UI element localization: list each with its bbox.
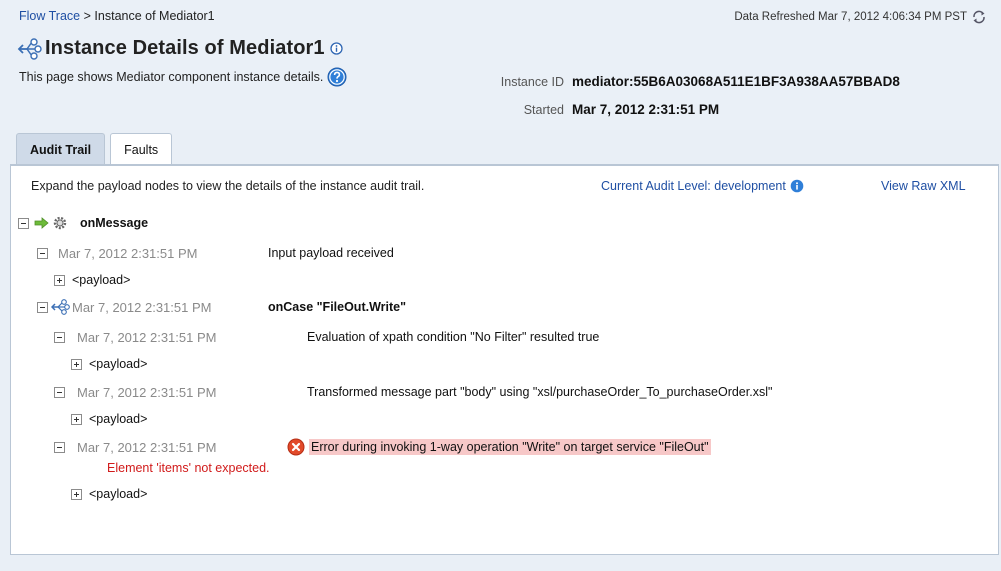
error-detail-row: Element 'items' not expected. [107,458,270,478]
page-header: Flow Trace > Instance of Mediator1 Data … [0,0,1001,130]
tab-bar: Audit Trail Faults [16,133,177,165]
event-timestamp: Mar 7, 2012 2:31:51 PM [77,439,217,455]
data-refreshed-text: Data Refreshed Mar 7, 2012 4:06:34 PM PS… [734,11,967,23]
page-description-row: This page shows Mediator component insta… [19,67,347,87]
instance-meta: Instance ID mediator:55B6A03068A511E1BF3… [440,74,1000,130]
tree-row-error: Mar 7, 2012 2:31:51 PM Error during invo… [54,437,711,457]
payload-node[interactable]: <payload> [89,412,147,426]
breadcrumb: Flow Trace > Instance of Mediator1 [19,9,215,23]
error-icon [287,438,305,456]
tab-audit-trail[interactable]: Audit Trail [16,133,106,165]
instance-id-value: mediator:55B6A03068A511E1BF3A938AA57BBAD… [572,74,900,89]
started-row: Started Mar 7, 2012 2:31:51 PM [440,102,1000,130]
collapse-toggle[interactable] [37,301,48,313]
payload-row: <payload> [71,354,147,374]
collapse-toggle[interactable] [54,331,65,343]
payload-node[interactable]: <payload> [89,357,147,371]
collapse-toggle[interactable] [54,386,65,398]
page-footer-strip [0,555,1001,571]
expand-toggle[interactable] [71,358,82,370]
payload-row: <payload> [71,409,147,429]
instance-id-row: Instance ID mediator:55B6A03068A511E1BF3… [440,74,1000,102]
tree-row: Mar 7, 2012 2:31:51 PM Evaluation of xpa… [54,327,599,347]
audit-toolbar: Expand the payload nodes to view the det… [31,179,991,197]
refresh-icon[interactable] [971,9,987,25]
mediator-icon [17,37,42,60]
title-row: Instance Details of Mediator1 [17,37,343,60]
payload-row: <payload> [54,270,130,290]
audit-level-text[interactable]: Current Audit Level: development [601,179,786,193]
event-timestamp: Mar 7, 2012 2:31:51 PM [58,245,198,261]
collapse-toggle[interactable] [18,217,29,229]
payload-row: <payload> [71,484,147,504]
mediator-icon [51,299,70,315]
event-message: Input payload received [268,246,394,260]
view-raw-xml-link[interactable]: View Raw XML [881,179,966,193]
arrow-right-icon [34,217,49,229]
data-refreshed-status: Data Refreshed Mar 7, 2012 4:06:34 PM PS… [734,9,987,25]
expand-toggle[interactable] [54,274,65,286]
event-message: Evaluation of xpath condition "No Filter… [307,330,600,344]
expand-toggle[interactable] [71,413,82,425]
help-icon[interactable] [327,67,347,87]
payload-node[interactable]: <payload> [89,487,147,501]
audit-level-link[interactable]: Current Audit Level: development [601,179,804,193]
started-value: Mar 7, 2012 2:31:51 PM [572,102,720,117]
breadcrumb-separator: > [83,9,91,23]
event-message: onCase "FileOut.Write" [268,300,407,314]
audit-instructions: Expand the payload nodes to view the det… [31,179,425,193]
collapse-toggle[interactable] [54,441,65,453]
tree-row: Mar 7, 2012 2:31:51 PM Transformed messa… [54,382,772,402]
tree-row: Mar 7, 2012 2:31:51 PM Input payload rec… [37,243,394,263]
tree-root-label: onMessage [80,216,149,230]
event-timestamp: Mar 7, 2012 2:31:51 PM [72,299,212,315]
expand-toggle[interactable] [71,488,82,500]
breadcrumb-current: Instance of Mediator1 [94,9,215,23]
page-description: This page shows Mediator component insta… [19,70,324,84]
tree-root-row: onMessage [18,213,148,233]
event-message: Transformed message part "body" using "x… [307,385,773,399]
event-timestamp: Mar 7, 2012 2:31:51 PM [77,329,217,345]
info-icon[interactable] [329,42,343,55]
gear-icon [53,216,67,230]
breadcrumb-flow-trace-link[interactable]: Flow Trace [19,9,80,23]
error-detail: Element 'items' not expected. [107,461,270,475]
payload-node[interactable]: <payload> [72,273,130,287]
tree-row: Mar 7, 2012 2:31:51 PM onCase "FileOut.W… [37,297,406,317]
page-title: Instance Details of Mediator1 [45,37,325,59]
tab-faults[interactable]: Faults [110,133,173,165]
audit-level-info-icon[interactable] [790,179,804,193]
instance-id-label: Instance ID [500,75,564,89]
audit-trail-panel: Expand the payload nodes to view the det… [10,165,999,555]
started-label: Started [523,103,564,117]
error-message: Error during invoking 1-way operation "W… [309,439,711,455]
event-timestamp: Mar 7, 2012 2:31:51 PM [77,384,217,400]
collapse-toggle[interactable] [37,247,48,259]
